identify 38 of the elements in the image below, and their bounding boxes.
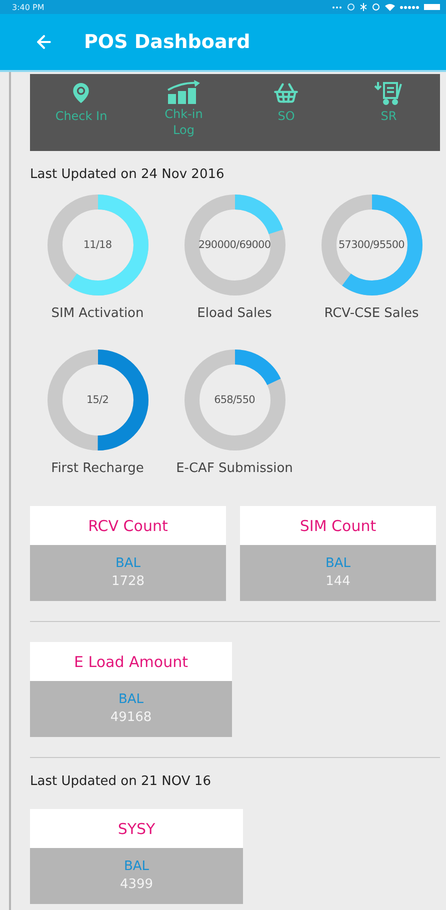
gauge-label: SIM Activation — [51, 306, 144, 321]
gauge-reading: 15/2 — [86, 394, 108, 406]
card-title: RCV Count — [30, 506, 226, 545]
balance-label: BAL — [325, 555, 351, 573]
signal-icon — [400, 6, 419, 8]
gauge-reading: 57300/95500 — [338, 239, 404, 251]
status-time: 3:40 PM — [12, 2, 44, 12]
balance-label: BAL — [115, 555, 141, 573]
card-title: SYSY — [30, 809, 243, 848]
toolbar-action[interactable]: Chk-in Log — [144, 80, 224, 138]
more-icon — [332, 6, 342, 8]
balance-value: 1728 — [111, 573, 145, 591]
gauge-label: Eload Sales — [197, 306, 272, 321]
gauge-label: RCV-CSE Sales — [324, 306, 419, 321]
bluetooth-icon — [360, 3, 367, 11]
gauge-reading: 11/18 — [83, 239, 112, 251]
gauge-label: First Recharge — [51, 461, 144, 476]
wifi-icon — [385, 3, 395, 11]
card-title: SIM Count — [240, 506, 436, 545]
gauge-reading: 290000/69000 — [198, 239, 271, 251]
toolbar-action[interactable]: SR — [348, 80, 429, 124]
balance-value: 4399 — [120, 876, 154, 894]
battery-icon — [424, 4, 440, 10]
gauge-label: E-CAF Submission — [176, 461, 293, 476]
back-icon[interactable] — [34, 32, 54, 52]
balance-label: BAL — [124, 858, 150, 876]
gauge-reading: 658/550 — [214, 394, 255, 406]
cart-icon — [374, 80, 404, 106]
toolbar-action[interactable]: Check In — [41, 80, 122, 124]
toolbar-action[interactable]: SO — [246, 80, 326, 124]
balance-value: 49168 — [110, 709, 152, 727]
screen-title: POS Dashboard — [84, 31, 250, 53]
balance-label: BAL — [118, 691, 144, 709]
card-title: E Load Amount — [30, 642, 232, 681]
balance-value: 144 — [326, 573, 350, 591]
bar-chart-icon — [166, 80, 202, 104]
last-updated-text: Last Updated on 24 Nov 2016 — [30, 167, 226, 182]
last-updated-text: Last Updated on 21 NOV 16 — [30, 774, 212, 789]
